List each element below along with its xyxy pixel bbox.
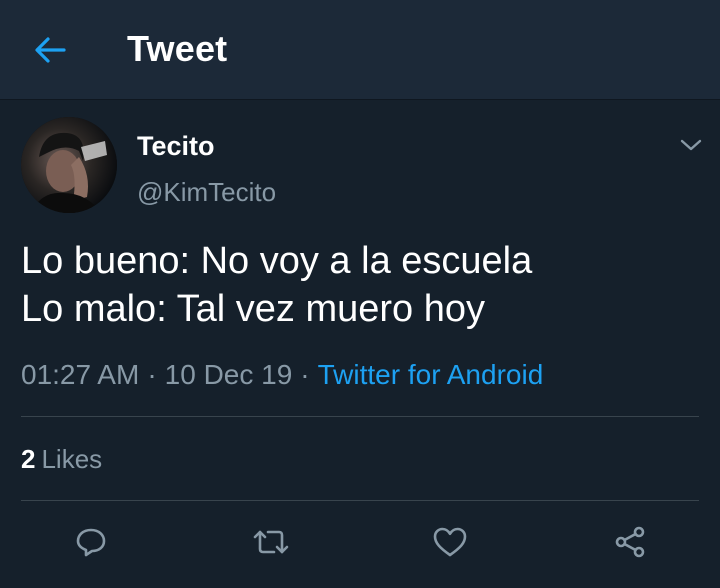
meta-separator: · <box>300 359 310 390</box>
tweet-text: Lo bueno: No voy a la escuela Lo malo: T… <box>21 237 701 333</box>
likes-count: 2 <box>21 444 36 474</box>
likes-label: Likes <box>41 444 103 474</box>
reply-button[interactable] <box>69 520 113 564</box>
divider <box>21 500 699 501</box>
tweet-date: 10 Dec 19 <box>164 359 293 390</box>
tweet-source-link[interactable]: Twitter for Android <box>318 359 544 390</box>
retweet-icon <box>253 530 289 554</box>
back-arrow-icon <box>35 37 66 63</box>
likes-count-link[interactable]: 2 Likes <box>21 442 102 476</box>
tweet-time: 01:27 AM <box>21 359 140 390</box>
tweet-text-line: Lo malo: Tal vez muero hoy <box>21 288 485 330</box>
meta-separator: · <box>147 359 157 390</box>
tweet-meta: 01:27 AM · 10 Dec 19 · Twitter for Android <box>21 357 543 393</box>
tweet-text-line: Lo bueno: No voy a la escuela <box>21 240 533 282</box>
chevron-down-icon <box>680 139 702 151</box>
reply-icon <box>76 528 106 557</box>
retweet-button[interactable] <box>249 520 293 564</box>
heart-icon <box>433 527 467 557</box>
tweet-options-button[interactable] <box>676 130 706 160</box>
back-button[interactable] <box>28 30 72 70</box>
divider <box>21 416 699 417</box>
avatar-photo <box>21 117 117 213</box>
like-button[interactable] <box>428 520 472 564</box>
share-button[interactable] <box>608 520 652 564</box>
page-title: Tweet <box>127 28 228 69</box>
top-bar: Tweet <box>0 0 720 100</box>
author-display-name[interactable]: Tecito <box>137 129 215 163</box>
avatar[interactable] <box>21 117 117 213</box>
share-icon <box>615 526 645 558</box>
author-handle[interactable]: @KimTecito <box>137 175 276 209</box>
